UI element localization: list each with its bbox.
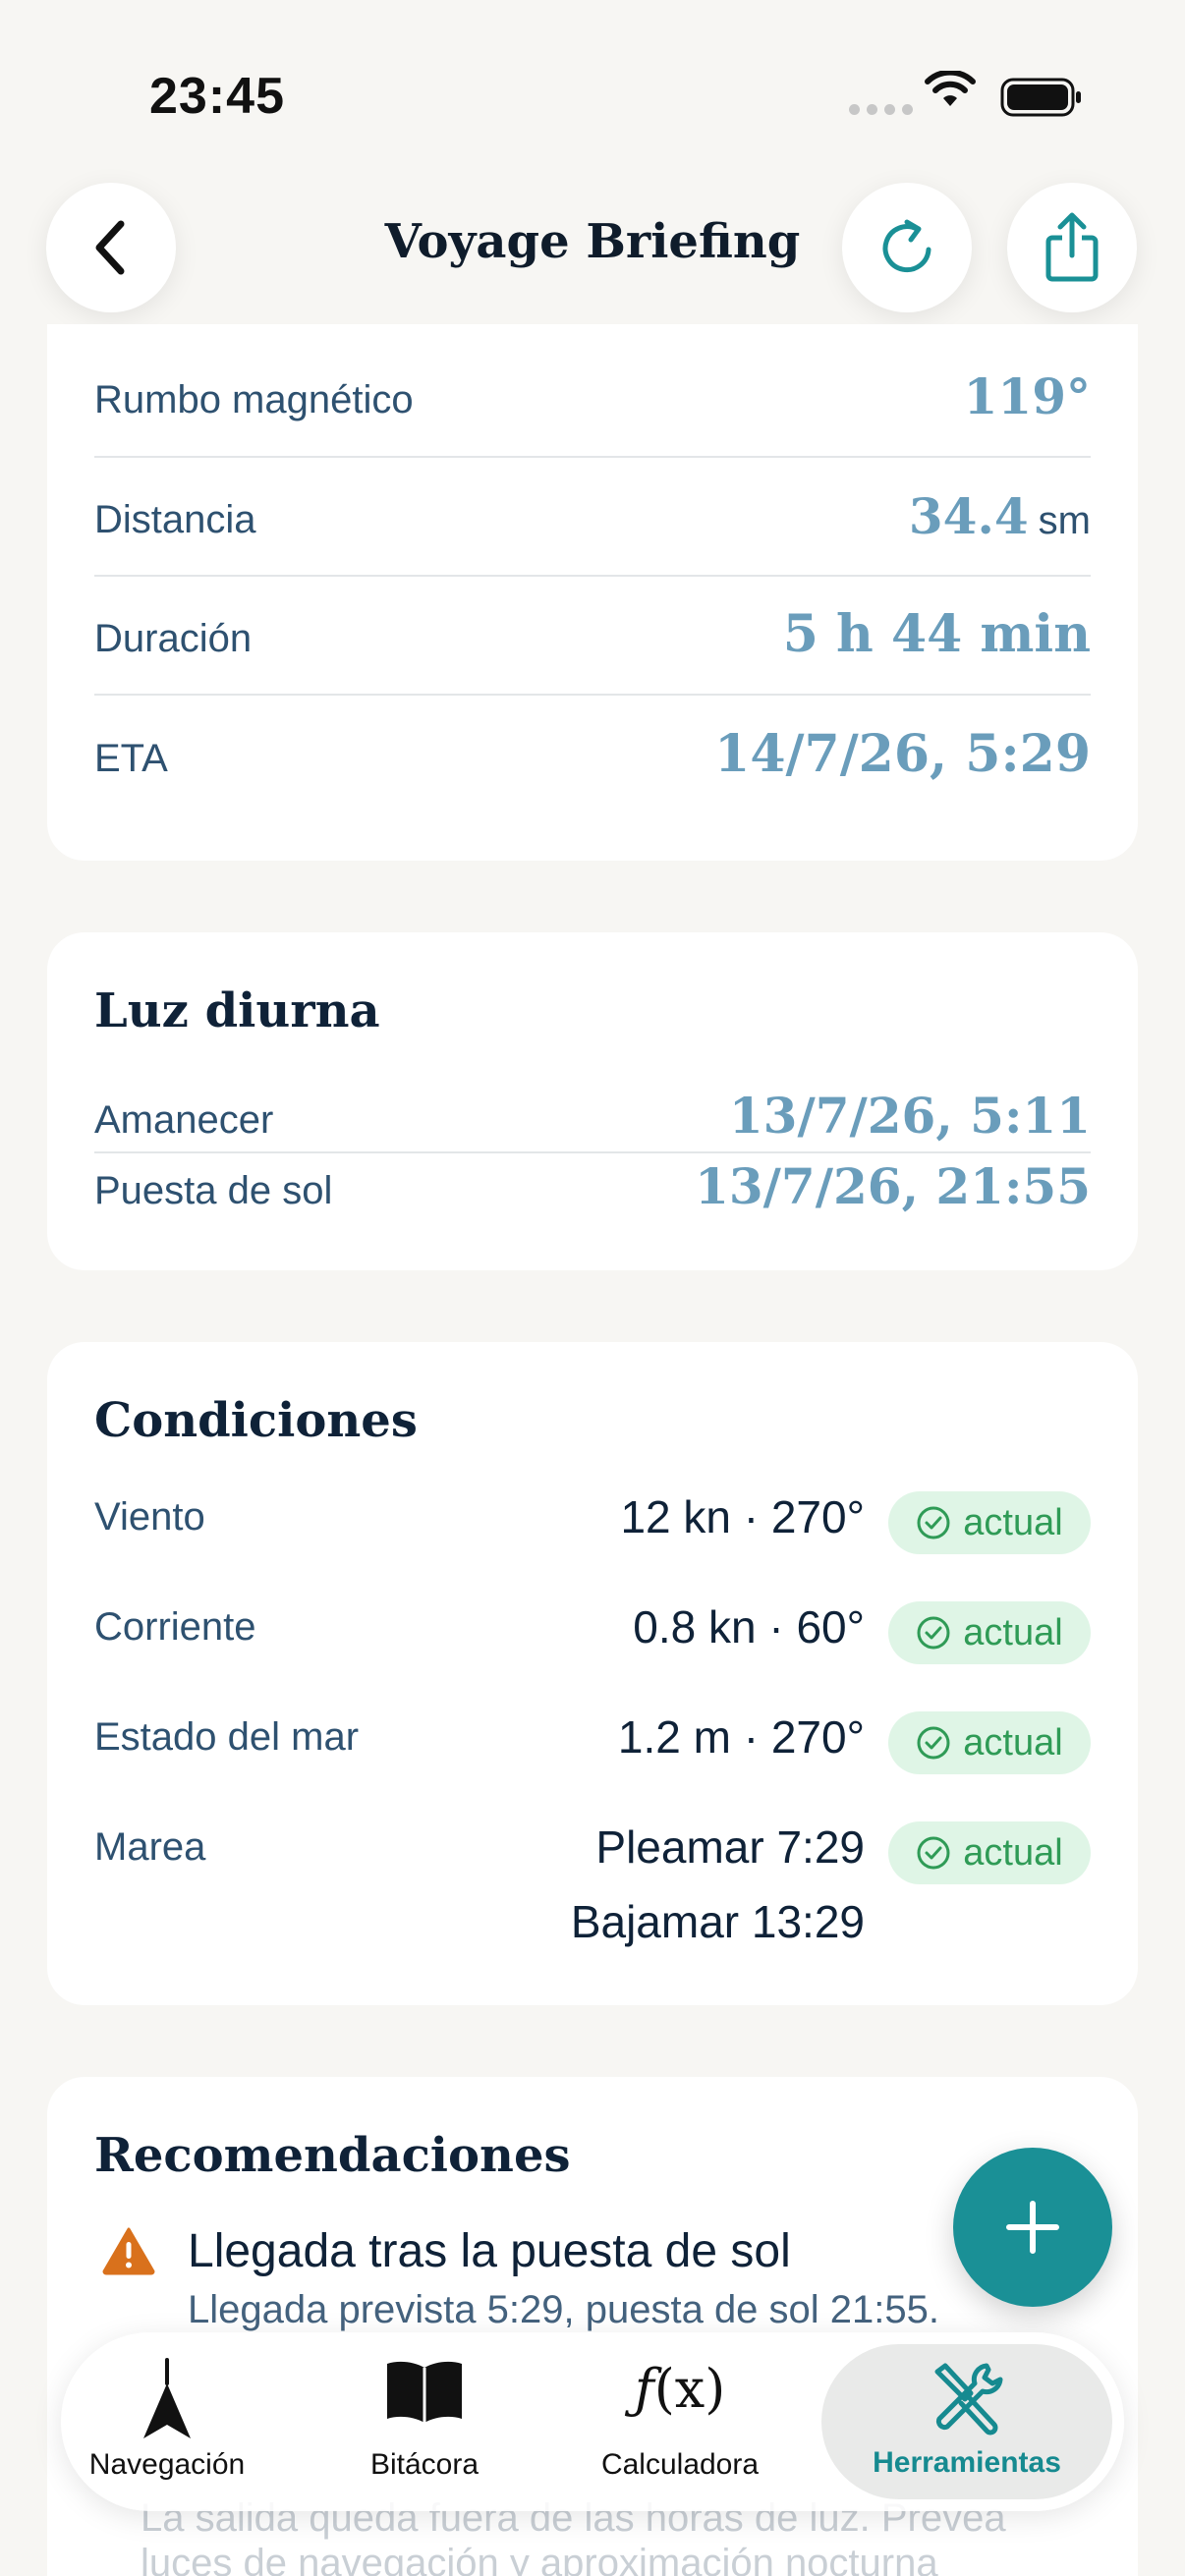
sea-state-label: Estado del mar	[94, 1715, 360, 1759]
refresh-icon	[882, 219, 931, 273]
eta-value: 14/7/26, 5:29	[714, 724, 1091, 784]
tab-label: Navegación	[88, 2448, 246, 2481]
refresh-button[interactable]	[842, 183, 972, 312]
status-badge: actual	[888, 1711, 1091, 1774]
status-time: 23:45	[149, 68, 285, 125]
sunrise-label: Amanecer	[94, 1098, 274, 1142]
current-label: Corriente	[94, 1605, 256, 1649]
sunset-label: Puesta de sol	[94, 1169, 333, 1212]
status-badge-label: actual	[963, 1501, 1063, 1543]
tab-label: Herramientas	[873, 2446, 1061, 2479]
tools-icon	[926, 2358, 1008, 2441]
tab-navegacion[interactable]: Navegación	[79, 2332, 255, 2511]
duration-label: Duración	[94, 617, 253, 660]
tab-label: Bitácora	[369, 2448, 480, 2481]
add-button[interactable]	[953, 2148, 1112, 2307]
distance-value: 34.4 sm	[908, 487, 1091, 545]
duration-value: 5 h 44 min	[782, 604, 1091, 664]
sea-state-value: 1.2 m · 270°	[617, 1711, 865, 1763]
divider	[94, 1151, 1091, 1153]
wifi-icon	[924, 69, 977, 115]
tab-herramientas[interactable]: Herramientas	[821, 2344, 1112, 2499]
conditions-title: Condiciones	[94, 1393, 418, 1448]
status-badge: actual	[888, 1491, 1091, 1554]
sunset-value: 13/7/26, 21:55	[695, 1157, 1091, 1215]
distance-unit: sm	[1038, 499, 1091, 542]
share-button[interactable]	[1007, 183, 1137, 312]
tide-low-value: Bajamar 13:29	[570, 1896, 865, 1947]
distance-label: Distancia	[94, 498, 256, 541]
wind-label: Viento	[94, 1495, 205, 1539]
wind-value: 12 kn · 270°	[620, 1491, 865, 1542]
status-badge-label: actual	[963, 1611, 1063, 1653]
magnetic-course-label: Rumbo magnético	[94, 378, 414, 421]
tab-bitacora[interactable]: Bitácora	[346, 2332, 503, 2511]
tide-high-value: Pleamar 7:29	[595, 1821, 865, 1873]
book-icon	[383, 2358, 466, 2428]
divider	[94, 694, 1091, 696]
daylight-card: Luz diurna Amanecer 13/7/26, 5:11 Puesta…	[47, 932, 1138, 1270]
recommendation-title: Llegada tras la puesta de sol	[188, 2225, 791, 2277]
back-button[interactable]	[46, 183, 176, 312]
route-summary-card: Rumbo magnético 119° Distancia 34.4 sm Du…	[47, 324, 1138, 861]
check-circle-icon	[917, 1616, 950, 1650]
current-value: 0.8 kn · 60°	[633, 1601, 865, 1652]
check-circle-icon	[917, 1836, 950, 1870]
signal-dots-icon	[849, 104, 913, 115]
divider	[94, 575, 1091, 577]
recommendation-subtitle: Llegada prevista 5:29, puesta de sol 21:…	[188, 2288, 939, 2331]
status-badge-label: actual	[963, 1831, 1063, 1874]
warning-icon	[101, 2226, 156, 2280]
battery-icon	[1000, 77, 1083, 123]
divider	[94, 456, 1091, 458]
partial-line: luces de navegación y aproximación noctu…	[141, 2542, 938, 2576]
screen: { "status_bar": { "time": "23:45" }, "he…	[0, 0, 1185, 2576]
chevron-left-icon	[95, 220, 125, 275]
check-circle-icon	[917, 1726, 950, 1760]
status-badge: actual	[888, 1601, 1091, 1664]
navigation-arrow-icon	[138, 2358, 197, 2447]
page-title: Voyage Briefing	[384, 214, 801, 269]
check-circle-icon	[917, 1506, 950, 1540]
tab-label: Calculadora	[600, 2448, 760, 2481]
tide-label: Marea	[94, 1825, 206, 1869]
function-icon: ƒ(x)	[634, 2358, 726, 2420]
share-icon	[1045, 212, 1099, 282]
recommendations-title: Recomendaciones	[94, 2128, 571, 2183]
magnetic-course-value: 119°	[963, 367, 1091, 425]
status-badge: actual	[888, 1821, 1091, 1884]
conditions-card: Condiciones Viento 12 kn · 270° actual C…	[47, 1342, 1138, 2005]
tab-calculadora[interactable]: ƒ(x) Calculadora	[582, 2332, 778, 2511]
tab-bar: Navegación Bitácora ƒ(x) Calculadora Her	[61, 2332, 1124, 2511]
status-badge-label: actual	[963, 1721, 1063, 1764]
sunrise-value: 13/7/26, 5:11	[728, 1087, 1091, 1145]
daylight-title: Luz diurna	[94, 983, 380, 1038]
eta-label: ETA	[94, 737, 168, 780]
plus-icon	[1006, 2201, 1059, 2254]
